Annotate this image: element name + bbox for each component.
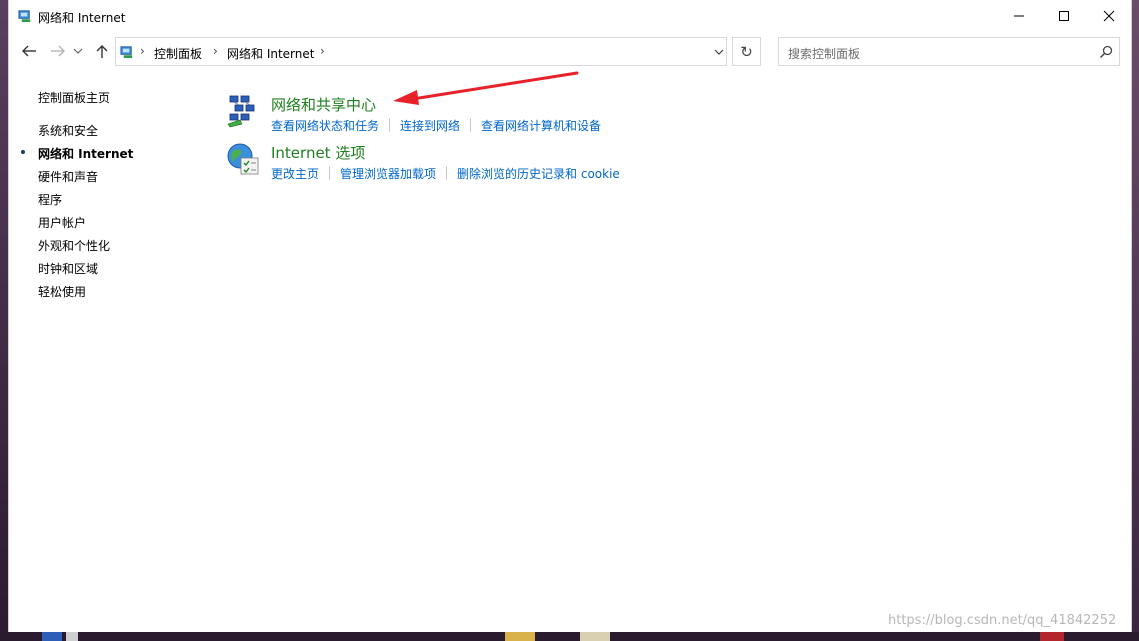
taskbar-app-icon[interactable] bbox=[1040, 632, 1064, 641]
address-bar[interactable]: › 控制面板 › 网络和 Internet › bbox=[115, 37, 727, 66]
delete-history-link[interactable]: 删除浏览的历史记录和 cookie bbox=[457, 165, 620, 182]
control-panel-window: 网络和 Internet › 控制面板 › 网络和 Internet › ↻ 搜… bbox=[8, 0, 1132, 632]
back-button[interactable] bbox=[19, 40, 39, 62]
taskbar-app-icon[interactable] bbox=[505, 632, 535, 641]
forward-arrow-icon bbox=[51, 45, 65, 57]
refresh-button[interactable]: ↻ bbox=[732, 37, 761, 66]
nav-item-hardware-sound[interactable]: 硬件和声音 bbox=[38, 168, 98, 185]
annotation-arrow-icon bbox=[393, 71, 579, 105]
up-button[interactable] bbox=[92, 40, 112, 62]
nav-item-network-internet[interactable]: 网络和 Internet bbox=[38, 145, 133, 162]
taskbar-app-icon[interactable] bbox=[580, 632, 610, 641]
maximize-icon bbox=[1059, 10, 1069, 21]
taskbar bbox=[0, 632, 1139, 641]
network-sharing-icon[interactable] bbox=[226, 94, 260, 128]
control-panel-icon bbox=[18, 10, 31, 23]
view-network-status-link[interactable]: 查看网络状态和任务 bbox=[271, 117, 379, 134]
internet-options-link[interactable]: Internet 选项 bbox=[271, 142, 365, 163]
connect-to-network-link[interactable]: 连接到网络 bbox=[400, 117, 460, 134]
breadcrumb-separator-icon[interactable]: › bbox=[213, 44, 218, 58]
internet-options-icon[interactable] bbox=[226, 142, 260, 176]
title-bar: 网络和 Internet bbox=[9, 0, 1131, 31]
desktop-background-left bbox=[0, 0, 8, 641]
breadcrumb-separator-icon[interactable]: › bbox=[320, 44, 325, 58]
nav-item-system-security[interactable]: 系统和安全 bbox=[38, 122, 98, 139]
breadcrumb-control-panel[interactable]: 控制面板 bbox=[154, 45, 202, 62]
window-title: 网络和 Internet bbox=[38, 11, 126, 25]
address-dropdown-button[interactable] bbox=[709, 38, 728, 65]
link-divider bbox=[329, 166, 331, 180]
close-icon bbox=[1103, 10, 1115, 21]
minimize-button[interactable] bbox=[996, 0, 1042, 31]
link-divider bbox=[470, 118, 472, 132]
search-input[interactable]: 搜索控制面板 bbox=[778, 37, 1120, 66]
recent-locations-button[interactable] bbox=[71, 40, 85, 62]
minimize-icon bbox=[1014, 15, 1024, 16]
search-placeholder: 搜索控制面板 bbox=[788, 47, 861, 61]
active-item-bullet bbox=[21, 150, 25, 154]
breadcrumb-separator-icon[interactable]: › bbox=[140, 44, 145, 58]
category-links: 更改主页 管理浏览器加载项 删除浏览的历史记录和 cookie bbox=[271, 165, 620, 182]
forward-button[interactable] bbox=[48, 40, 68, 62]
maximize-button[interactable] bbox=[1041, 0, 1087, 31]
nav-item-user-accounts[interactable]: 用户帐户 bbox=[38, 214, 86, 231]
control-panel-icon bbox=[120, 46, 133, 59]
back-arrow-icon bbox=[22, 45, 36, 57]
close-button[interactable] bbox=[1086, 0, 1132, 31]
control-panel-home-link[interactable]: 控制面板主页 bbox=[38, 89, 110, 106]
network-sharing-center-link[interactable]: 网络和共享中心 bbox=[271, 94, 376, 115]
taskbar-app-icon[interactable] bbox=[42, 632, 62, 641]
link-divider bbox=[389, 118, 391, 132]
change-homepage-link[interactable]: 更改主页 bbox=[271, 165, 319, 182]
chevron-down-icon bbox=[714, 49, 723, 55]
watermark-text: https://blog.csdn.net/qq_41842252 bbox=[888, 613, 1117, 628]
desktop-background-right bbox=[1132, 0, 1139, 641]
search-icon[interactable] bbox=[1098, 44, 1114, 60]
navigation-bar: › 控制面板 › 网络和 Internet › ↻ 搜索控制面板 bbox=[9, 35, 1131, 69]
up-arrow-icon bbox=[96, 45, 108, 58]
manage-addons-link[interactable]: 管理浏览器加载项 bbox=[340, 165, 436, 182]
nav-item-appearance[interactable]: 外观和个性化 bbox=[38, 237, 110, 254]
taskbar-app-icon[interactable] bbox=[66, 632, 78, 641]
category-links: 查看网络状态和任务 连接到网络 查看网络计算机和设备 bbox=[271, 117, 601, 134]
link-divider bbox=[446, 166, 448, 180]
refresh-icon: ↻ bbox=[740, 42, 753, 61]
nav-item-programs[interactable]: 程序 bbox=[38, 191, 62, 208]
view-network-computers-link[interactable]: 查看网络计算机和设备 bbox=[481, 117, 601, 134]
nav-item-clock-region[interactable]: 时钟和区域 bbox=[38, 260, 98, 277]
nav-item-ease-of-access[interactable]: 轻松使用 bbox=[38, 283, 86, 300]
breadcrumb-network-internet[interactable]: 网络和 Internet bbox=[227, 45, 314, 62]
chevron-down-icon bbox=[73, 48, 83, 54]
